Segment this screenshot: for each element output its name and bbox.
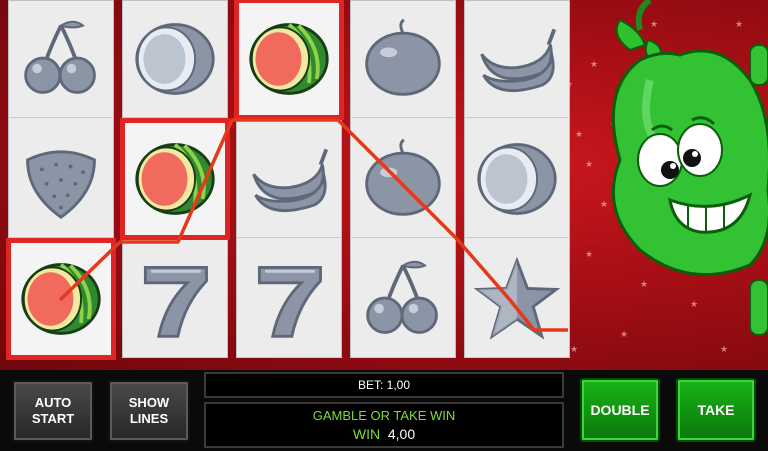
auto-start-button[interactable]: AUTO START xyxy=(12,380,94,442)
coconut-symbol-cell xyxy=(122,0,228,118)
banana-symbol-cell xyxy=(464,0,570,118)
reel-3 xyxy=(234,0,344,358)
auto-start-label-1: AUTO xyxy=(34,395,72,410)
sparkle-star-icon: ★ xyxy=(585,249,594,259)
cherries-symbol-cell xyxy=(8,0,114,118)
coconut-icon xyxy=(477,142,557,215)
reel-4 xyxy=(350,0,456,358)
take-button[interactable]: TAKE xyxy=(676,378,756,442)
reel-5 xyxy=(464,0,570,358)
plum-icon xyxy=(365,18,441,96)
cherries-icon xyxy=(366,260,438,334)
auto-start-label-2: START xyxy=(31,411,75,426)
banana-icon xyxy=(480,28,557,92)
watermelon-icon xyxy=(249,22,329,95)
watermelon-icon xyxy=(21,262,101,335)
show-lines-label-1: SHOW xyxy=(128,395,170,410)
coconut-icon xyxy=(135,22,215,95)
plum-symbol-cell xyxy=(350,0,456,118)
reel-2 xyxy=(120,0,230,358)
watermelon-symbol-cell xyxy=(234,0,344,120)
show-lines-label-2: LINES xyxy=(129,411,169,426)
seven-icon xyxy=(143,265,208,338)
plum-symbol-cell xyxy=(350,120,456,238)
slot-stage: ★★★★★★★★★★★★★★★★★ xyxy=(0,0,768,370)
reel-1 xyxy=(6,0,116,360)
sparkle-star-icon: ★ xyxy=(570,344,579,354)
double-label: DOUBLE xyxy=(590,402,650,418)
bet-display: BET: 1,00 xyxy=(204,372,564,398)
pear-mascot-icon xyxy=(611,0,768,336)
coconut-symbol-cell xyxy=(464,120,570,238)
show-lines-button[interactable]: SHOW LINES xyxy=(108,380,190,442)
cherries-symbol-cell xyxy=(350,240,456,358)
message-display: GAMBLE OR TAKE WIN WIN 4,00 xyxy=(204,402,564,448)
banana-icon xyxy=(252,148,329,212)
watermelon-symbol-cell xyxy=(120,118,230,240)
bet-label: BET: xyxy=(357,378,384,392)
control-bar: AUTO START SHOW LINES BET: 1,00 GAMBLE O… xyxy=(0,370,768,451)
take-label: TAKE xyxy=(697,402,735,418)
cherries-icon xyxy=(24,20,96,94)
win-value: 4,00 xyxy=(387,426,416,442)
seven-symbol-cell xyxy=(236,240,342,358)
win-line: WIN 4,00 xyxy=(353,426,415,442)
bet-value: 1,00 xyxy=(386,378,411,392)
strawberry-symbol-cell xyxy=(8,120,114,238)
banana-symbol-cell xyxy=(236,120,342,238)
watermelon-symbol-cell xyxy=(6,238,116,360)
seven-icon xyxy=(257,265,322,338)
double-button[interactable]: DOUBLE xyxy=(580,378,660,442)
plum-icon xyxy=(365,138,441,216)
win-label: WIN xyxy=(352,426,381,442)
sparkle-star-icon: ★ xyxy=(590,59,599,69)
strawberry-icon xyxy=(26,149,96,219)
sparkle-star-icon: ★ xyxy=(585,159,594,169)
sparkle-star-icon: ★ xyxy=(575,129,584,139)
star-symbol-cell xyxy=(464,240,570,358)
seven-symbol-cell xyxy=(122,240,228,358)
gamble-message: GAMBLE OR TAKE WIN xyxy=(312,408,456,423)
star-icon xyxy=(474,256,560,340)
watermelon-icon xyxy=(135,142,215,215)
